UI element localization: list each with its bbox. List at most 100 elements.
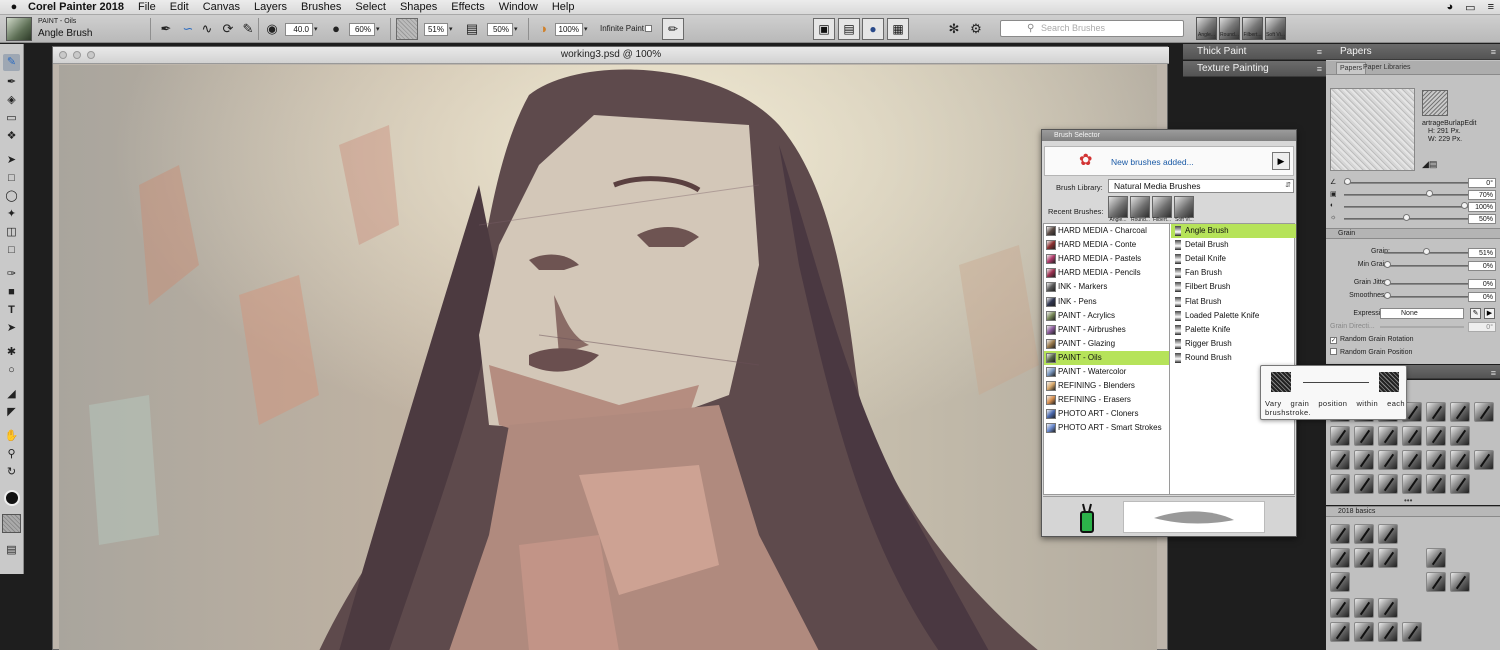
layers-toggle-icon[interactable]: ▦ [887,18,909,40]
brush-variant-icon[interactable] [1330,426,1350,446]
brush-variant-icon[interactable] [1426,450,1446,470]
recent-brush-thumb[interactable]: Filbert... [1242,17,1263,40]
recent-brush-thumb[interactable]: Soft Vi... [1265,17,1286,40]
brush-variant-item[interactable]: Flat Brush [1171,295,1296,309]
color-drop-icon[interactable]: ● [862,18,884,40]
size-dropdown-icon[interactable]: ▾ [314,23,321,36]
menu-window[interactable]: Window [499,1,538,13]
brush-variant-icon[interactable] [1426,426,1446,446]
menu-shapes[interactable]: Shapes [400,1,437,13]
opacity-dropdown-icon[interactable]: ▾ [376,23,383,36]
close-window-button[interactable] [59,51,67,59]
menu-layers[interactable]: Layers [254,1,287,13]
panel-toggle-icon[interactable]: ▣ [813,18,835,40]
menu-brushes[interactable]: Brushes [301,1,341,13]
rubber-stamp-tool-icon[interactable]: ○ [3,362,20,379]
brush-variant-item[interactable]: Round Brush [1171,351,1296,365]
invert-paper-icon[interactable]: ◢▤ [1422,159,1437,170]
divine-proportion-tool-icon[interactable]: ◢ [3,386,20,403]
grain-dropdown-icon[interactable]: ▾ [449,23,456,36]
brush-variant-item[interactable]: Palette Knife [1171,323,1296,337]
slider-knob[interactable] [1384,292,1391,299]
brush-variant-icon[interactable] [1450,572,1470,592]
brush-variant-icon[interactable] [1450,474,1470,494]
brush-library-select[interactable]: Natural Media Brushes ⇵ [1108,179,1294,193]
text-tool-icon[interactable]: T [3,302,20,319]
rect-select-tool-icon[interactable]: □ [3,170,20,187]
new-brushes-banner[interactable]: ✿ New brushes added... ▶ [1044,146,1294,176]
resaturation-field[interactable]: 100% [555,23,583,36]
grain-section-header[interactable]: Grain [1326,228,1500,239]
apple-menu-icon[interactable]: ● [0,1,28,13]
brush-variant-item[interactable]: Rigger Brush [1171,337,1296,351]
search-brushes-input[interactable]: ⚲ Search Brushes [1000,20,1184,37]
paper-scale-slider[interactable]: ▣ 70% [1330,190,1496,200]
slider-knob[interactable] [1384,279,1391,286]
stroke-type-4-icon[interactable]: ✎ [240,21,256,37]
brush-category-item[interactable]: HARD MEDIA - Charcoal [1044,224,1169,238]
brush-category-item[interactable]: INK - Pens [1044,295,1169,309]
size-field[interactable]: 40.0 [285,23,313,36]
brush-category-item[interactable]: PHOTO ART - Cloners [1044,407,1169,421]
crop-tool-icon[interactable]: □ [3,242,20,259]
minimize-window-button[interactable] [73,51,81,59]
brush-variant-icon[interactable] [1330,572,1350,592]
brush-variant-icon[interactable] [1354,524,1374,544]
battery-icon[interactable]: ▭ [1465,1,1475,14]
brush-category-item[interactable]: HARD MEDIA - Conte [1044,238,1169,252]
brush-variant-icon[interactable] [1450,450,1470,470]
brush-variant-icon[interactable] [1426,474,1446,494]
menu-file[interactable]: File [138,1,156,13]
panel-menu-icon[interactable]: ≡ [1491,44,1496,60]
new-brushes-link[interactable]: New brushes added... [1111,157,1194,167]
rotate-page-tool-icon[interactable]: ↻ [3,464,20,481]
brush-variant-icon[interactable] [1378,524,1398,544]
brush-category-item[interactable]: PAINT - Acrylics [1044,309,1169,323]
palette-toggle-icon[interactable]: ▤ [838,18,860,40]
slider-value[interactable]: 70% [1468,190,1496,200]
grain-field[interactable]: 51% [424,23,448,36]
slider-value[interactable]: 0% [1468,292,1496,302]
zoom-window-button[interactable] [87,51,95,59]
paper-brightness-slider[interactable]: ☼ 50% [1330,214,1496,224]
panel-menu-icon[interactable]: ≡ [1317,44,1322,60]
brush-variant-icon[interactable] [1354,450,1374,470]
grain-slider[interactable]: Grain: 51% [1330,248,1496,258]
brush-variant-icon[interactable] [1426,402,1446,422]
brush-variant-icon[interactable] [1330,524,1350,544]
menu-select[interactable]: Select [355,1,386,13]
grabber-tool-icon[interactable]: ✋ [3,428,20,445]
brush-variant-icon[interactable] [1378,598,1398,618]
thick-paint-panel-header[interactable]: Thick Paint ≡ [1183,44,1326,60]
menu-effects[interactable]: Effects [451,1,484,13]
brush-variant-icon[interactable] [1402,450,1422,470]
settings-gear-icon[interactable]: ⚙ [968,21,984,37]
brush-category-item[interactable]: INK - Markers [1044,280,1169,294]
brush-variant-icon[interactable] [1378,426,1398,446]
stroke-type-icon[interactable]: ∽ [180,21,196,37]
blend-field[interactable]: 50% [487,23,513,36]
paper-selector-icon[interactable] [2,514,21,533]
recent-brush-thumb[interactable]: Round... [1219,17,1240,40]
brush-variant-icon[interactable] [1378,548,1398,568]
brush-category-item[interactable]: PHOTO ART - Smart Strokes [1044,421,1169,435]
blender-tool-icon[interactable]: ❖ [3,128,20,145]
brush-variant-item[interactable]: Loaded Palette Knife [1171,309,1296,323]
brush-category-item[interactable]: REFINING - Erasers [1044,393,1169,407]
menu-help[interactable]: Help [552,1,575,13]
menu-edit[interactable]: Edit [170,1,189,13]
slider-knob[interactable] [1344,178,1351,185]
brush-variant-item[interactable]: Detail Brush [1171,238,1296,252]
papers-panel-header[interactable]: Papers ≡ [1326,44,1500,60]
brush-variant-item[interactable]: Fan Brush [1171,266,1296,280]
shape-select-tool-icon[interactable]: ➤ [3,320,20,337]
opacity-field[interactable]: 60% [349,23,375,36]
brush-tool-icon[interactable]: ✎ [3,54,20,71]
brush-variant-icon[interactable] [1402,622,1422,642]
grain-jitter-slider[interactable]: Grain Jitter: 0% [1330,279,1496,289]
brush-variant-icon[interactable] [1474,450,1494,470]
slider-knob[interactable] [1402,214,1410,221]
brush-category-item[interactable]: PAINT - Airbrushes [1044,323,1169,337]
brush-category-item[interactable]: PAINT - Watercolor [1044,365,1169,379]
blend-dropdown-icon[interactable]: ▾ [514,23,521,36]
